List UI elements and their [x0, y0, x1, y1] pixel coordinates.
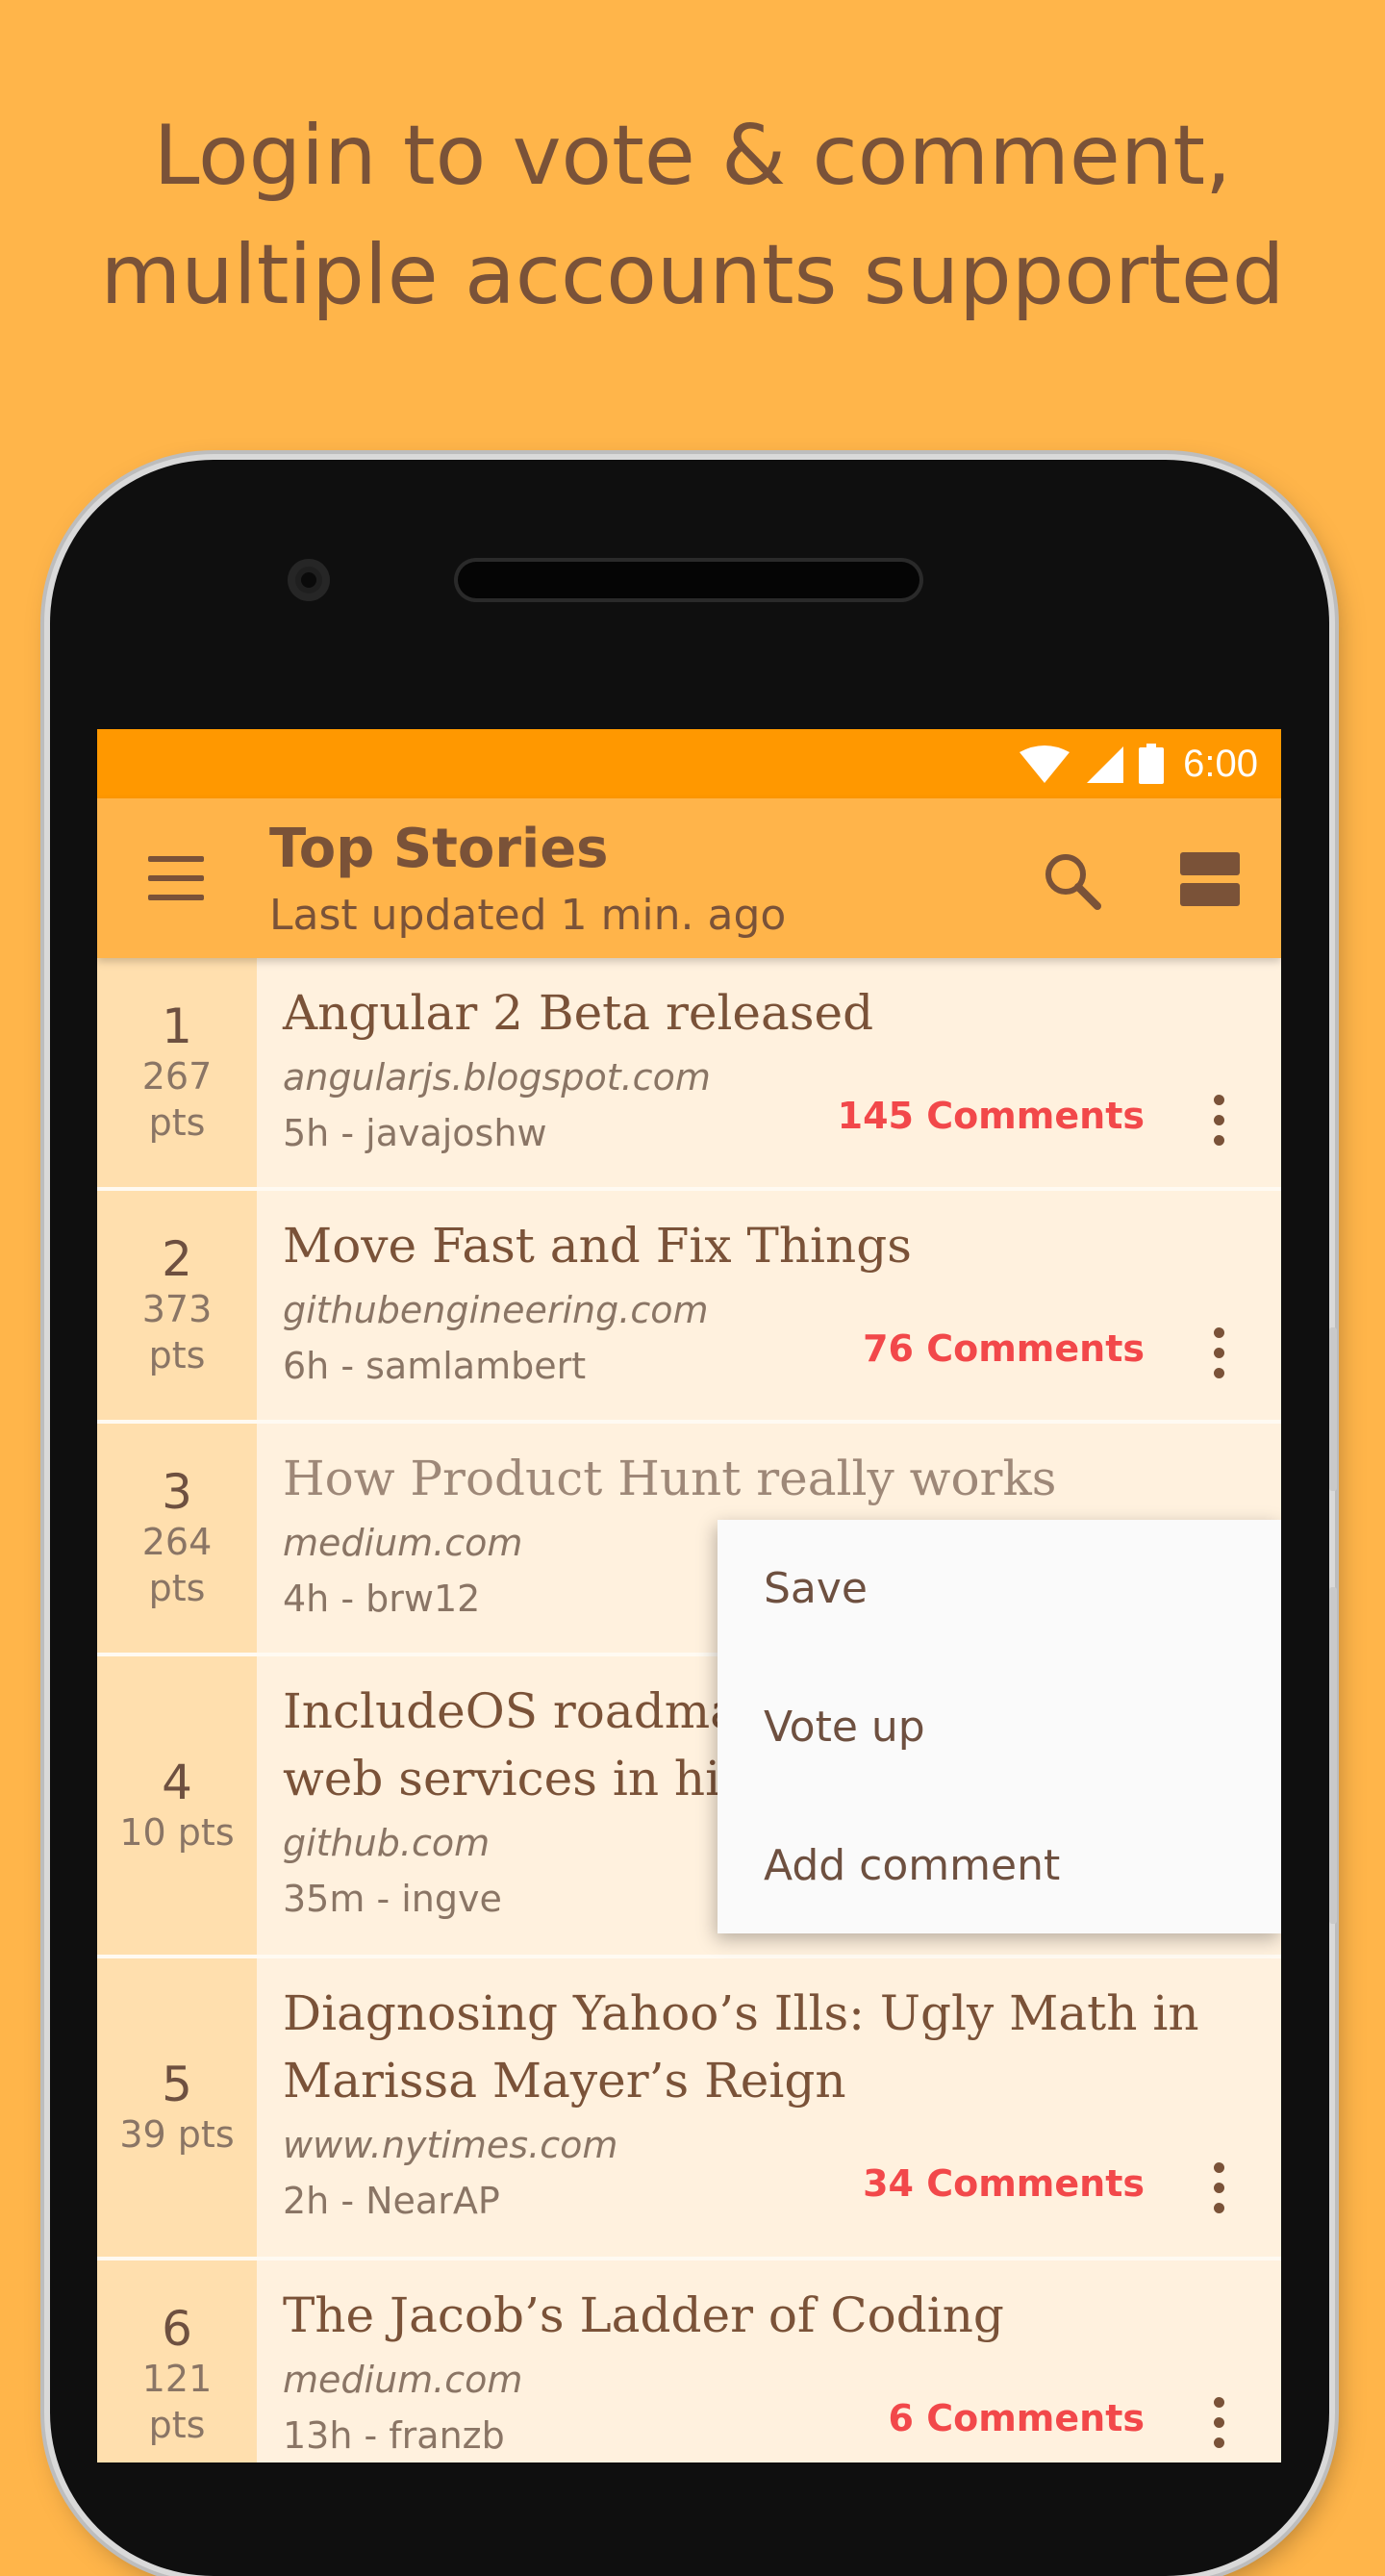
last-updated-text: Last updated 1 min. ago [269, 891, 787, 940]
story-rank: 4 10 pts [97, 1656, 257, 1955]
story-domain: www.nytimes.com [283, 2124, 618, 2166]
story-domain: medium.com [283, 1522, 523, 1564]
overflow-popup-menu: Save Vote up Add comment [718, 1520, 1281, 1933]
points-value: 39 pts [119, 2113, 235, 2156]
more-options-icon[interactable] [1212, 1327, 1225, 1379]
points-label: pts [148, 2404, 206, 2446]
story-rank: 2 373 pts [97, 1191, 257, 1420]
points-value: 267 [141, 1055, 213, 1098]
story-meta: 13h - franzb [283, 2414, 505, 2457]
story-title[interactable]: Diagnosing Yahoo’s Ills: Ugly Math in Ma… [283, 1980, 1245, 2114]
story-title[interactable]: Angular 2 Beta released [283, 979, 1245, 1047]
story-title[interactable]: The Jacob’s Ladder of Coding [283, 2282, 1245, 2349]
comments-link[interactable]: 6 Comments [889, 2397, 1145, 2439]
more-options-icon[interactable] [1212, 2162, 1225, 2214]
story-title[interactable]: Move Fast and Fix Things [283, 1212, 1245, 1279]
power-button [1329, 1327, 1337, 1491]
menu-item-add-comment[interactable]: Add comment [718, 1797, 1281, 1935]
promo-headline-line-2: multiple accounts supported [100, 227, 1285, 323]
story-title[interactable]: How Product Hunt really works [283, 1445, 1245, 1512]
comments-link[interactable]: 34 Comments [863, 2162, 1145, 2205]
more-options-icon[interactable] [1212, 2397, 1225, 2449]
story-meta: 6h - samlambert [283, 1345, 587, 1387]
cell-signal-icon [1087, 746, 1124, 783]
story-item[interactable]: 1 267 pts Angular 2 Beta released angula… [97, 958, 1281, 1191]
story-domain: medium.com [283, 2359, 523, 2401]
status-bar: 6:00 [97, 729, 1281, 798]
promo-headline-line-1: Login to vote & comment, [153, 108, 1232, 204]
story-title-line-1: Diagnosing Yahoo’s Ills: Ugly Math in [283, 1985, 1199, 2041]
points-value: 373 [141, 1288, 213, 1330]
story-item[interactable]: 6 121 pts The Jacob’s Ladder of Coding m… [97, 2260, 1281, 2462]
promo-headline: Login to vote & comment, multiple accoun… [0, 96, 1385, 335]
story-title-line-2: Marissa Mayer’s Reign [283, 2053, 846, 2109]
story-domain: githubengineering.com [283, 1289, 709, 1331]
menu-item-save[interactable]: Save [718, 1520, 1281, 1658]
story-meta: 4h - brw12 [283, 1578, 481, 1620]
front-camera [288, 559, 330, 601]
rank-number: 1 [162, 998, 192, 1054]
story-meta: 2h - NearAP [283, 2180, 500, 2222]
rank-number: 3 [162, 1464, 192, 1520]
comments-link[interactable]: 76 Comments [863, 1327, 1145, 1370]
story-rank: 6 121 pts [97, 2260, 257, 2462]
story-domain: github.com [283, 1822, 491, 1864]
view-mode-icon[interactable] [1180, 852, 1240, 906]
more-options-icon[interactable] [1212, 1095, 1225, 1147]
menu-icon[interactable] [148, 856, 206, 900]
page-title: Top Stories [269, 818, 609, 880]
story-rank: 5 39 pts [97, 1958, 257, 2257]
menu-item-vote-up[interactable]: Vote up [718, 1658, 1281, 1797]
points-value: 121 [141, 2358, 213, 2400]
story-item[interactable]: 5 39 pts Diagnosing Yahoo’s Ills: Ugly M… [97, 1958, 1281, 2260]
search-icon[interactable] [1040, 848, 1107, 916]
rank-number: 2 [162, 1231, 192, 1287]
points-value: 10 pts [119, 1811, 235, 1854]
points-value: 264 [141, 1521, 213, 1563]
phone-screen: 6:00 Top Stories Last updated 1 min. ago… [97, 729, 1281, 2462]
rank-number: 4 [162, 1755, 192, 1810]
status-time: 6:00 [1183, 742, 1258, 785]
points-label: pts [148, 1334, 206, 1376]
rank-number: 6 [162, 2301, 192, 2357]
points-label: pts [148, 1567, 206, 1609]
story-meta: 35m - ingve [283, 1878, 502, 1920]
earpiece-speaker [458, 562, 919, 598]
comments-link[interactable]: 145 Comments [838, 1095, 1145, 1137]
story-rank: 1 267 pts [97, 958, 257, 1187]
app-bar: Top Stories Last updated 1 min. ago [97, 798, 1281, 958]
story-meta: 5h - javajoshw [283, 1112, 547, 1154]
story-domain: angularjs.blogspot.com [283, 1056, 711, 1099]
volume-button [1329, 1587, 1337, 1924]
story-rank: 3 264 pts [97, 1424, 257, 1653]
points-label: pts [148, 1101, 206, 1144]
rank-number: 5 [162, 2057, 192, 2112]
wifi-icon [1020, 745, 1070, 783]
story-item[interactable]: 2 373 pts Move Fast and Fix Things githu… [97, 1191, 1281, 1424]
battery-icon [1139, 744, 1165, 784]
